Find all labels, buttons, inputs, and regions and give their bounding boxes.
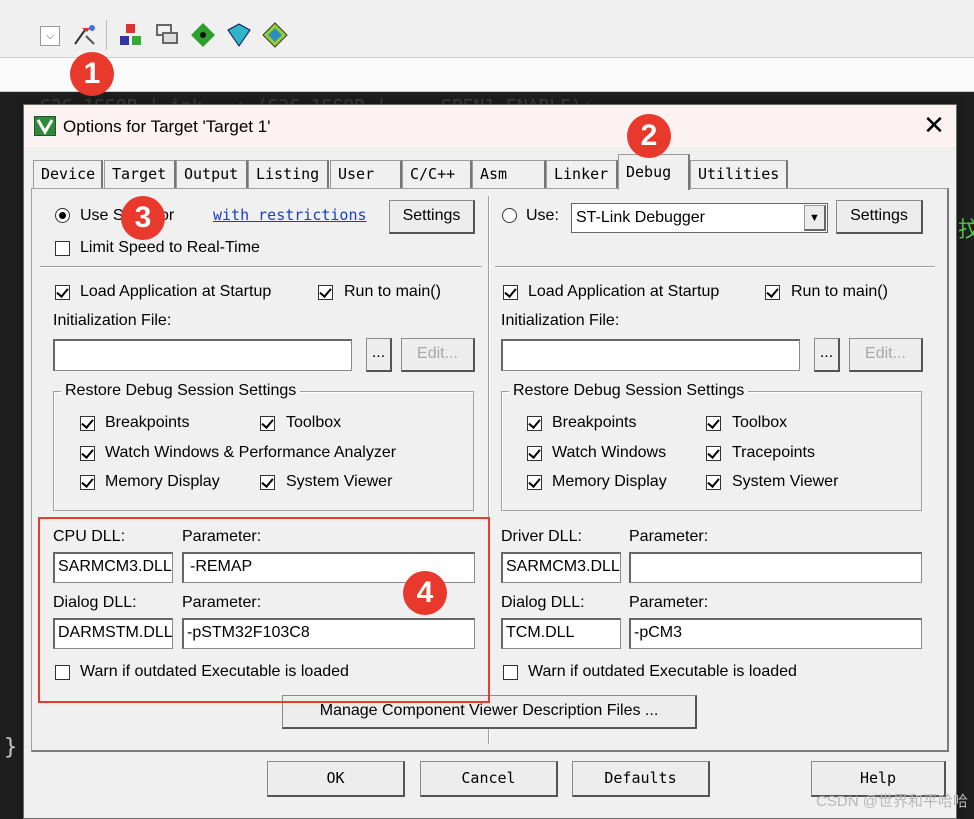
- ide-tab-strip: [0, 58, 974, 92]
- close-icon[interactable]: ✕: [920, 110, 948, 140]
- system-viewer-label-left: System Viewer: [286, 473, 393, 490]
- tracepoints-label-right: Tracepoints: [732, 444, 815, 461]
- annotation-badge-2: 2: [627, 114, 671, 158]
- init-file-browse-left[interactable]: ...: [366, 338, 392, 372]
- init-file-browse-right[interactable]: ...: [814, 338, 840, 372]
- watch-windows-label-right: Watch Windows: [552, 444, 667, 461]
- driver-param-input[interactable]: [629, 552, 922, 583]
- use-simulator-label: Use S: [80, 207, 124, 224]
- windows-icon[interactable]: [154, 22, 180, 48]
- ok-button[interactable]: OK: [267, 761, 405, 797]
- tab-listing[interactable]: Listing: [248, 160, 329, 188]
- dialog-param-input-right[interactable]: -pCM3: [629, 618, 922, 649]
- toolbox-label-right: Toolbox: [732, 414, 788, 431]
- load-app-checkbox-right[interactable]: [503, 285, 518, 300]
- load-app-checkbox-left[interactable]: [55, 285, 70, 300]
- load-app-label-left: Load Application at Startup: [80, 283, 272, 300]
- use-simulator-radio[interactable]: [55, 208, 70, 223]
- init-file-edit-right[interactable]: Edit...: [849, 338, 923, 372]
- system-viewer-checkbox-right[interactable]: [706, 475, 721, 490]
- manage-run-time-environment-icon[interactable]: [262, 22, 288, 48]
- breakpoints-checkbox-right[interactable]: [527, 416, 542, 431]
- toolbar-divider: [106, 20, 107, 50]
- memory-display-label-left: Memory Display: [105, 473, 220, 490]
- defaults-button[interactable]: Defaults: [572, 761, 710, 797]
- run-to-main-checkbox-right[interactable]: [765, 285, 780, 300]
- driver-param-label: Parameter:: [629, 528, 709, 545]
- tab-user[interactable]: User: [330, 160, 402, 188]
- code-brace: }: [4, 735, 18, 760]
- with-restrictions-link[interactable]: with restrictions: [213, 206, 367, 224]
- watch-windows-checkbox-right[interactable]: [527, 446, 542, 461]
- use-debugger-label: Use:: [526, 207, 559, 224]
- run-to-main-label-left: Run to main(): [344, 283, 441, 300]
- system-viewer-checkbox-left[interactable]: [260, 475, 275, 490]
- annotation-badge-3: 3: [121, 196, 165, 240]
- limit-speed-checkbox[interactable]: [55, 241, 70, 256]
- pack-installer-icon[interactable]: [190, 22, 216, 48]
- warn-outdated-label-right: Warn if outdated Executable is loaded: [528, 663, 797, 680]
- memory-display-label-right: Memory Display: [552, 473, 667, 490]
- separator: [495, 266, 935, 268]
- annotation-badge-1: 1: [70, 52, 114, 96]
- code-fragment: 抆: [958, 218, 974, 243]
- limit-speed-label: Limit Speed to Real-Time: [80, 239, 260, 256]
- debugger-select-value: ST-Link Debugger: [576, 209, 705, 226]
- annotation-badge-4: 4: [403, 571, 447, 615]
- toolbox-label-left: Toolbox: [286, 414, 342, 431]
- warn-outdated-checkbox-right[interactable]: [503, 665, 518, 680]
- chevron-down-icon[interactable]: ▼: [804, 205, 826, 231]
- tab-linker[interactable]: Linker: [546, 160, 618, 188]
- run-to-main-label-right: Run to main(): [791, 283, 888, 300]
- keil-uvision-icon: [34, 116, 56, 136]
- dialog-param-label-right: Parameter:: [629, 594, 709, 611]
- load-app-label-right: Load Application at Startup: [528, 283, 720, 300]
- tab-device[interactable]: Device: [33, 160, 103, 188]
- memory-display-checkbox-right[interactable]: [527, 475, 542, 490]
- system-viewer-label-right: System Viewer: [732, 473, 839, 490]
- select-packs-icon[interactable]: [226, 22, 252, 48]
- run-to-main-checkbox-left[interactable]: [318, 285, 333, 300]
- dialog-title: Options for Target 'Target 1': [63, 117, 271, 136]
- dialog-dll-label-right: Dialog DLL:: [501, 594, 585, 611]
- restore-settings-title-right: Restore Debug Session Settings: [509, 382, 749, 400]
- breakpoints-checkbox-left[interactable]: [80, 416, 95, 431]
- manage-project-items-icon[interactable]: [118, 22, 144, 48]
- tab-utilities[interactable]: Utilities: [690, 160, 788, 188]
- driver-dll-label: Driver DLL:: [501, 528, 582, 545]
- init-file-label-left: Initialization File:: [53, 312, 172, 329]
- watch-windows-label-left: Watch Windows & Performance Analyzer: [105, 444, 397, 461]
- use-debugger-radio[interactable]: [502, 208, 517, 223]
- driver-dll-input[interactable]: SARMCM3.DLL: [501, 552, 621, 583]
- toolbox-checkbox-right[interactable]: [706, 416, 721, 431]
- ide-toolbar: ⌵: [0, 0, 974, 58]
- tab-target[interactable]: Target: [104, 160, 176, 188]
- toolbox-checkbox-left[interactable]: [260, 416, 275, 431]
- init-file-label-right: Initialization File:: [501, 312, 620, 329]
- restore-settings-title-left: Restore Debug Session Settings: [61, 382, 301, 400]
- dropdown-arrow-icon[interactable]: ⌵: [40, 26, 60, 46]
- init-file-edit-left[interactable]: Edit...: [401, 338, 475, 372]
- init-file-input-left[interactable]: [53, 339, 352, 371]
- options-for-target-icon[interactable]: [72, 22, 98, 48]
- watermark: CSDN @世界和平哈哈: [816, 793, 968, 810]
- memory-display-checkbox-left[interactable]: [80, 475, 95, 490]
- debugger-select[interactable]: ST-Link Debugger ▼: [571, 203, 828, 233]
- init-file-input-right[interactable]: [501, 339, 800, 371]
- tracepoints-checkbox-right[interactable]: [706, 446, 721, 461]
- debugger-settings-button[interactable]: Settings: [836, 200, 923, 234]
- breakpoints-label-right: Breakpoints: [552, 414, 637, 431]
- simulator-settings-button[interactable]: Settings: [389, 200, 475, 234]
- tab-asm[interactable]: Asm: [472, 160, 546, 188]
- breakpoints-label-left: Breakpoints: [105, 414, 190, 431]
- dialog-dll-input-right[interactable]: TCM.DLL: [501, 618, 621, 649]
- tab-debug[interactable]: Debug: [618, 154, 690, 190]
- tab-c-cpp[interactable]: C/C++: [402, 160, 472, 188]
- watch-windows-checkbox-left[interactable]: [80, 446, 95, 461]
- cancel-button[interactable]: Cancel: [420, 761, 558, 797]
- tab-output[interactable]: Output: [176, 160, 248, 188]
- separator: [40, 266, 482, 268]
